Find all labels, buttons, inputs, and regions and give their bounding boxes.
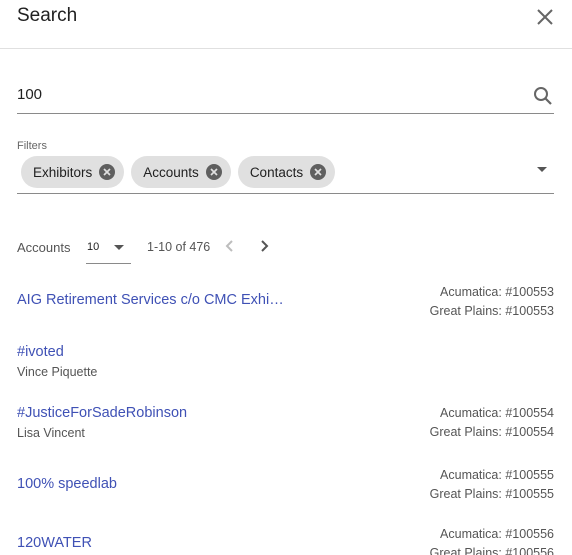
result-ids: Acumatica: #100555 Great Plains: #100555 bbox=[430, 466, 554, 504]
result-item[interactable]: 120WATER Acumatica: #100556 Great Plains… bbox=[17, 526, 554, 555]
filters-label: Filters bbox=[17, 140, 47, 152]
search-field bbox=[17, 80, 554, 114]
dialog-title: Search bbox=[17, 5, 78, 26]
result-ids: Acumatica: #100556 Great Plains: #100556 bbox=[430, 525, 554, 555]
filter-chip-exhibitors[interactable]: Exhibitors bbox=[21, 156, 125, 188]
result-ids: Acumatica: #100553 Great Plains: #100553 bbox=[430, 283, 554, 321]
pager-label: Accounts bbox=[17, 240, 71, 255]
dropdown-arrow-icon bbox=[114, 245, 124, 250]
chip-label: Contacts bbox=[249, 164, 304, 180]
chip-remove-icon[interactable] bbox=[309, 163, 327, 181]
chevron-right-icon[interactable] bbox=[254, 236, 274, 256]
page-size-value: 10 bbox=[87, 241, 100, 253]
filter-chip-accounts[interactable]: Accounts bbox=[131, 156, 231, 188]
acumatica-id: Acumatica: #100555 bbox=[440, 468, 554, 482]
search-dialog-header: Search bbox=[0, 0, 572, 49]
result-name-link[interactable]: #ivoted bbox=[17, 344, 64, 360]
filter-chips: Exhibitors Accounts Contacts bbox=[21, 156, 336, 188]
pager-range: 1-10 of 476 bbox=[147, 240, 211, 254]
filters-field: Filters Exhibitors Accounts Contacts bbox=[17, 138, 554, 194]
chip-remove-icon[interactable] bbox=[205, 163, 223, 181]
chip-label: Exhibitors bbox=[33, 164, 93, 180]
page-size-select[interactable]: 10 bbox=[86, 233, 131, 264]
result-item[interactable]: #ivoted Vince Piquette bbox=[17, 344, 554, 384]
great-plains-id: Great Plains: #100556 bbox=[429, 546, 554, 555]
result-item[interactable]: AIG Retirement Services c/o CMC Exhi… Ac… bbox=[17, 283, 554, 323]
acumatica-id: Acumatica: #100556 bbox=[440, 527, 554, 541]
filter-chip-contacts[interactable]: Contacts bbox=[237, 156, 336, 188]
acumatica-id: Acumatica: #100553 bbox=[440, 285, 554, 299]
search-input[interactable] bbox=[17, 86, 517, 103]
close-icon[interactable] bbox=[533, 5, 557, 29]
result-contact: Lisa Vincent bbox=[17, 426, 85, 440]
result-name-link[interactable]: #JusticeForSadeRobinson bbox=[17, 405, 187, 421]
result-name-link[interactable]: 120WATER bbox=[17, 535, 92, 551]
pagination-bar: Accounts 10 1-10 of 476 bbox=[17, 233, 554, 265]
great-plains-id: Great Plains: #100553 bbox=[429, 304, 554, 318]
chip-label: Accounts bbox=[143, 164, 199, 180]
chevron-left-icon[interactable] bbox=[220, 236, 240, 256]
great-plains-id: Great Plains: #100555 bbox=[429, 487, 554, 501]
result-name-link[interactable]: AIG Retirement Services c/o CMC Exhi… bbox=[17, 292, 284, 308]
result-contact: Vince Piquette bbox=[17, 365, 98, 379]
result-name-link[interactable]: 100% speedlab bbox=[17, 476, 117, 492]
great-plains-id: Great Plains: #100554 bbox=[429, 425, 554, 439]
result-item[interactable]: 100% speedlab Acumatica: #100555 Great P… bbox=[17, 467, 554, 507]
dropdown-arrow-icon[interactable] bbox=[532, 159, 552, 179]
search-icon[interactable] bbox=[531, 84, 555, 108]
result-ids: Acumatica: #100554 Great Plains: #100554 bbox=[430, 404, 554, 442]
acumatica-id: Acumatica: #100554 bbox=[440, 406, 554, 420]
chip-remove-icon[interactable] bbox=[98, 163, 116, 181]
result-item[interactable]: #JusticeForSadeRobinson Lisa Vincent Acu… bbox=[17, 405, 554, 445]
